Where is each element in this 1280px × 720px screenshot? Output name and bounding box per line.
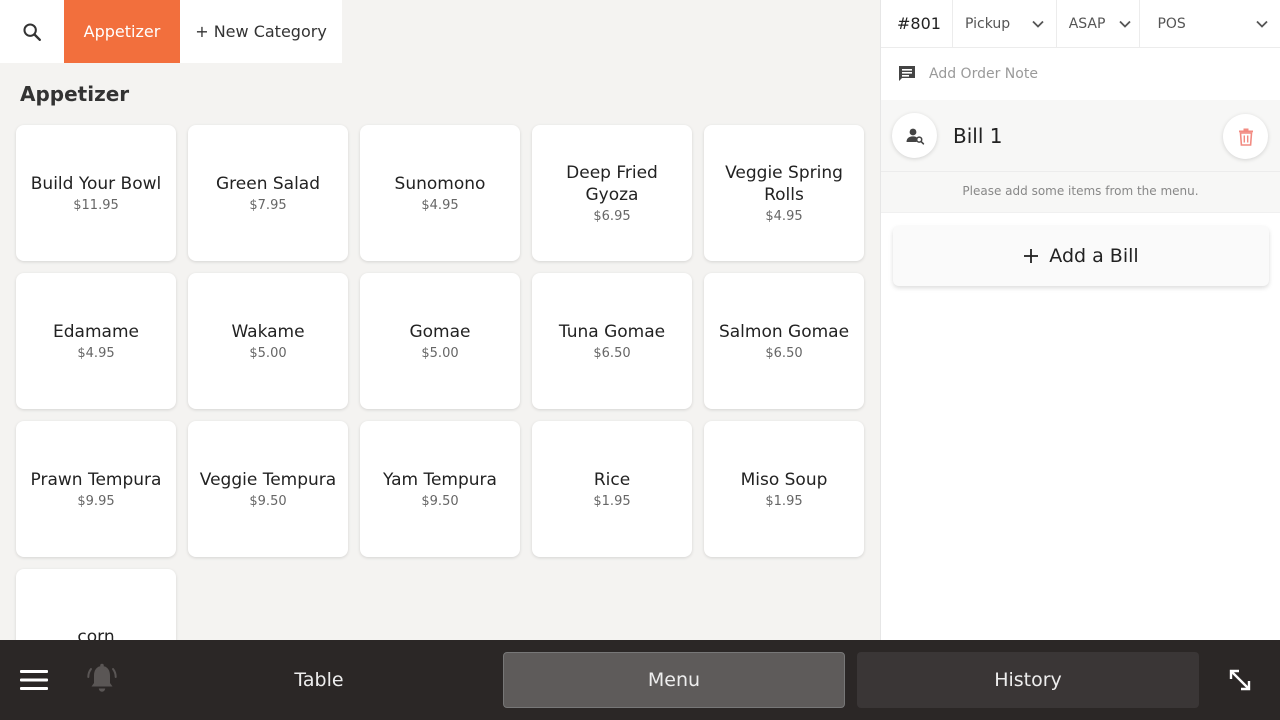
menu-item-card[interactable]: Tuna Gomae $6.50: [532, 273, 692, 409]
menu-item-price: $11.95: [73, 198, 119, 213]
menu-item-price: $4.95: [765, 209, 803, 224]
hamburger-menu-button[interactable]: [18, 666, 50, 694]
menu-item-name: Prawn Tempura: [30, 470, 162, 490]
menu-item-card[interactable]: Edamame $4.95: [16, 273, 176, 409]
nav-tab-table[interactable]: Table: [150, 652, 488, 708]
add-bill-button[interactable]: Add a Bill: [893, 226, 1269, 286]
chevron-down-icon: [1032, 20, 1044, 28]
menu-item-name: Sunomono: [394, 174, 486, 194]
menu-item-name: Deep Fried Gyoza: [566, 163, 658, 205]
menu-item-card[interactable]: Rice $1.95: [532, 421, 692, 557]
fullscreen-button[interactable]: [1226, 666, 1254, 694]
plus-icon: [1024, 249, 1039, 263]
menu-item-price: $4.95: [77, 346, 115, 361]
menu-item-card[interactable]: Miso Soup $1.95: [704, 421, 864, 557]
menu-item-card[interactable]: Veggie Spring Rolls $4.95: [704, 125, 864, 261]
menu-item-name: Veggie Spring Rolls: [725, 163, 843, 205]
order-time-value: ASAP: [1068, 15, 1106, 32]
menu-item-name: Veggie Tempura: [199, 470, 337, 490]
menu-item-price: $5.00: [421, 346, 459, 361]
category-tab-appetizer[interactable]: Appetizer: [64, 0, 180, 63]
menu-item-card[interactable]: Wakame $5.00: [188, 273, 348, 409]
menu-item-grid: Build Your Bowl $11.95 Green Salad $7.95 Sun…: [16, 125, 864, 640]
menu-item-card[interactable]: Yam Tempura $9.50: [360, 421, 520, 557]
menu-item-card[interactable]: Deep Fried Gyoza $6.95: [532, 125, 692, 261]
order-type-value: Pickup: [965, 15, 1011, 32]
bottom-nav-bar: Table Menu History: [0, 640, 1280, 720]
menu-item-price: $6.50: [765, 346, 803, 361]
menu-item-price: $6.95: [593, 209, 631, 224]
order-channel-dropdown[interactable]: POS: [1140, 0, 1280, 47]
menu-item-price: $9.95: [77, 494, 115, 509]
comment-icon: [899, 66, 915, 81]
bill-title: Bill 1: [953, 123, 1003, 148]
order-channel-value: POS: [1157, 15, 1186, 32]
section-title: Appetizer: [20, 82, 130, 106]
search-button[interactable]: [0, 0, 64, 63]
add-bill-label: Add a Bill: [1049, 245, 1139, 267]
bill-header: Bill 1: [881, 100, 1280, 172]
menu-item-price: $6.50: [593, 346, 631, 361]
trash-icon: [1238, 128, 1253, 146]
order-note-placeholder: Add Order Note: [929, 66, 1038, 82]
bill-card: Bill 1 Please add some items from the me…: [881, 100, 1280, 213]
notifications-button[interactable]: [86, 662, 118, 696]
hamburger-icon: [20, 670, 48, 690]
chevron-down-icon: [1119, 20, 1132, 28]
menu-item-card[interactable]: Sunomono $4.95: [360, 125, 520, 261]
menu-item-name: Miso Soup: [740, 470, 828, 490]
menu-item-name: Rice: [593, 470, 631, 490]
menu-item-price: $9.50: [421, 494, 459, 509]
menu-item-name: Tuna Gomae: [558, 322, 666, 342]
order-time-dropdown[interactable]: ASAP: [1057, 0, 1141, 47]
menu-item-card[interactable]: Salmon Gomae $6.50: [704, 273, 864, 409]
menu-item-card[interactable]: Veggie Tempura $9.50: [188, 421, 348, 557]
menu-item-price: $7.95: [249, 198, 287, 213]
chevron-down-icon: [1256, 20, 1268, 28]
order-header: #801 Pickup ASAP POS: [881, 0, 1280, 48]
menu-item-card[interactable]: Build Your Bowl $11.95: [16, 125, 176, 261]
menu-item-price: $5.00: [249, 346, 287, 361]
menu-item-name: Wakame: [231, 322, 305, 342]
menu-item-price: $1.95: [593, 494, 631, 509]
menu-item-name: Salmon Gomae: [718, 322, 850, 342]
menu-item-name: Gomae: [409, 322, 471, 342]
bill-empty-message: Please add some items from the menu.: [962, 184, 1199, 198]
menu-item-price: $4.95: [421, 198, 459, 213]
menu-item-price: $9.50: [249, 494, 287, 509]
delete-bill-button[interactable]: [1223, 114, 1268, 159]
order-type-dropdown[interactable]: Pickup: [953, 0, 1057, 47]
order-panel: #801 Pickup ASAP POS Add Order Note Bill…: [880, 0, 1280, 640]
menu-item-name: corn: [77, 627, 115, 640]
menu-item-name: Build Your Bowl: [30, 174, 162, 194]
menu-item-name: Yam Tempura: [383, 470, 497, 490]
search-icon: [23, 22, 41, 41]
menu-item-card[interactable]: corn: [16, 569, 176, 640]
nav-tab-history[interactable]: History: [857, 652, 1199, 708]
menu-item-card[interactable]: Gomae $5.00: [360, 273, 520, 409]
assign-customer-button[interactable]: [892, 113, 937, 158]
expand-icon: [1229, 669, 1251, 691]
category-bar: Appetizer + New Category: [0, 0, 342, 63]
menu-item-price: $1.95: [765, 494, 803, 509]
bell-ringing-icon: [87, 663, 117, 692]
menu-item-card[interactable]: Prawn Tempura $9.95: [16, 421, 176, 557]
menu-item-card[interactable]: Green Salad $7.95: [188, 125, 348, 261]
new-category-button[interactable]: + New Category: [180, 0, 342, 63]
menu-item-name: Edamame: [53, 322, 139, 342]
order-number: #801: [881, 0, 953, 47]
order-note-field[interactable]: Add Order Note: [881, 48, 1280, 100]
menu-item-name: Green Salad: [215, 174, 321, 194]
nav-tab-menu[interactable]: Menu: [503, 652, 845, 708]
menu-panel: Appetizer + New Category Appetizer Build…: [0, 0, 880, 640]
user-search-icon: [906, 128, 924, 145]
